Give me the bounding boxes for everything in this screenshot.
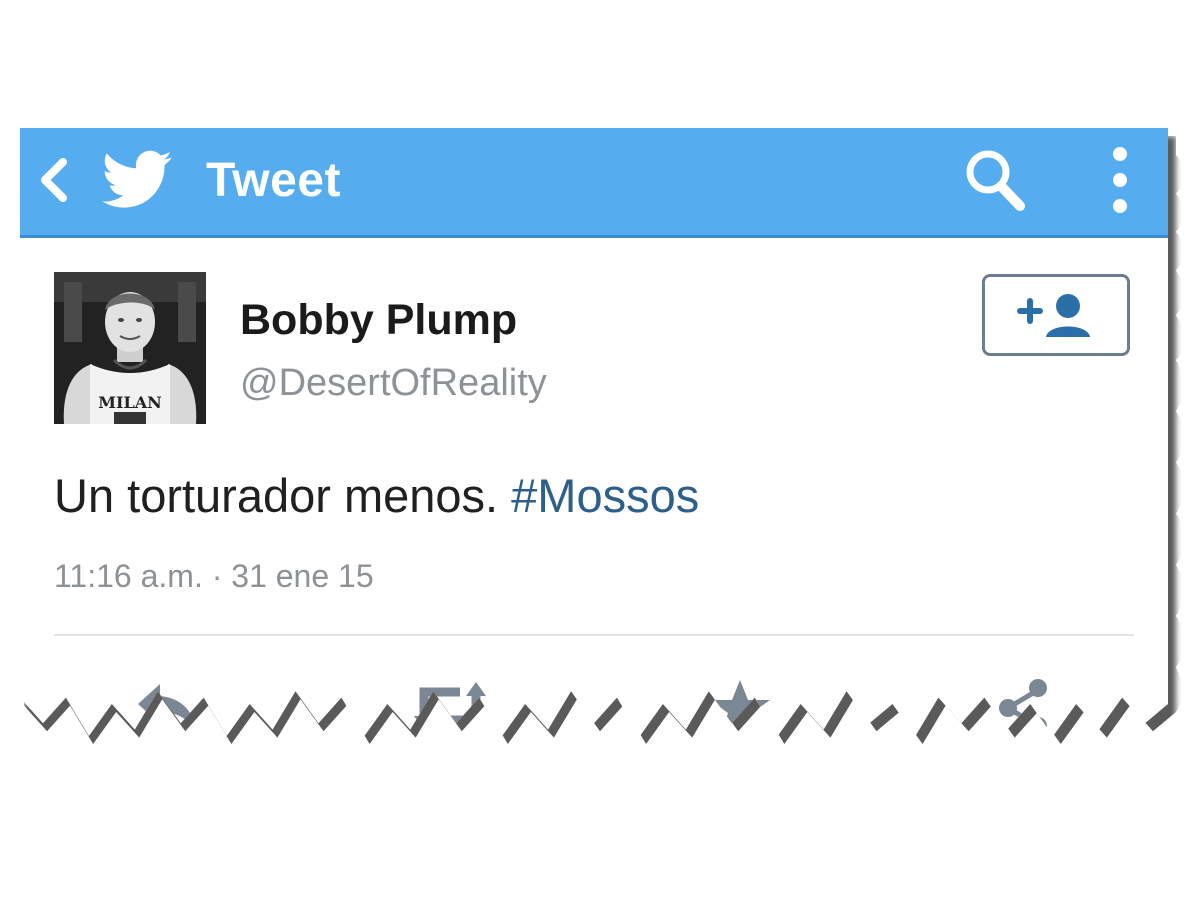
avatar[interactable]: MILAN bbox=[54, 272, 206, 424]
user-handle[interactable]: @DesertOfReality bbox=[240, 362, 547, 405]
action-bar: Tweet bbox=[20, 128, 1168, 238]
tweet-screenshot: Tweet MILAN Bobby Plump @DesertOfReality… bbox=[20, 128, 1168, 736]
back-button[interactable] bbox=[34, 150, 74, 210]
page-title: Tweet bbox=[206, 154, 341, 207]
avatar-jersey-text: MILAN bbox=[98, 393, 161, 412]
follow-button[interactable] bbox=[982, 274, 1130, 356]
divider bbox=[54, 634, 1134, 636]
follow-plus-person-icon bbox=[1017, 294, 1090, 337]
tweet-text-body: Un torturador menos. bbox=[54, 469, 512, 522]
search-icon bbox=[966, 150, 1025, 211]
twitter-bird-icon[interactable] bbox=[102, 144, 174, 214]
page: Tweet MILAN Bobby Plump @DesertOfReality… bbox=[0, 0, 1200, 900]
avatar-photo: MILAN bbox=[54, 272, 206, 424]
tweet-text: Un torturador menos. #Mossos bbox=[54, 468, 699, 523]
overflow-menu-icon bbox=[1113, 147, 1127, 213]
display-name[interactable]: Bobby Plump bbox=[240, 296, 517, 345]
tweet-timestamp: 11:16 a.m. · 31 ene 15 bbox=[54, 558, 374, 594]
back-icon bbox=[41, 158, 67, 202]
overflow-menu-button[interactable] bbox=[1092, 140, 1148, 220]
hashtag-link[interactable]: #Mossos bbox=[511, 469, 699, 522]
search-button[interactable] bbox=[960, 142, 1030, 218]
